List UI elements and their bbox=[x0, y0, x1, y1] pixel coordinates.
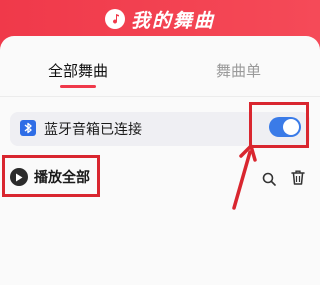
trash-icon[interactable] bbox=[291, 170, 305, 189]
tab-divider bbox=[0, 96, 320, 97]
tab-all-dances[interactable]: 全部舞曲 bbox=[48, 60, 108, 81]
tab-dance-playlists[interactable]: 舞曲单 bbox=[216, 60, 261, 81]
active-tab-indicator bbox=[60, 85, 96, 88]
highlight-box-play-all bbox=[2, 155, 100, 197]
music-note-icon bbox=[104, 9, 125, 29]
search-icon[interactable] bbox=[262, 171, 276, 190]
bluetooth-icon bbox=[20, 120, 36, 136]
header-title-area: 我的舞曲 bbox=[0, 6, 320, 32]
page-title: 我的舞曲 bbox=[130, 9, 215, 32]
arrow-icon bbox=[232, 144, 257, 210]
bluetooth-status-label: 蓝牙音箱已连接 bbox=[44, 122, 142, 138]
